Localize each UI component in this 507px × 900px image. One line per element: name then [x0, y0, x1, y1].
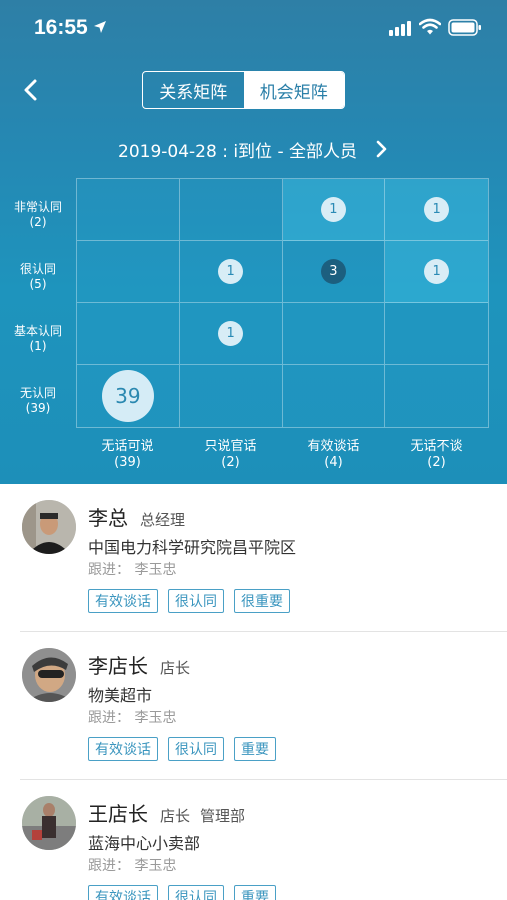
matrix-cell[interactable]	[283, 365, 386, 427]
wifi-icon	[419, 18, 441, 35]
date-filter-label: 2019-04-28 : i到位 - 全部人员	[118, 141, 357, 162]
matrix-cell[interactable]: 39	[77, 365, 180, 427]
matrix-cell[interactable]	[282, 303, 386, 365]
list-item[interactable]: 王店长 店长 管理部 蓝海中心小卖部 跟进： 李玉忠 有效谈话 很认同 重要	[0, 780, 507, 900]
signal-icon	[389, 21, 411, 36]
matrix-cell[interactable]: 3	[282, 241, 386, 303]
matrix-cell[interactable]	[77, 241, 180, 303]
contact-name: 李总 总经理	[88, 506, 186, 530]
avatar	[22, 500, 76, 554]
count-bubble-selected[interactable]: 3	[320, 259, 346, 284]
row-label-agree: 很认同 (5)	[19, 262, 56, 291]
tag-group: 有效谈话 很认同 重要	[88, 885, 276, 900]
contact-name: 王店长 店长 管理部	[88, 802, 246, 826]
status-bar: 16:55	[0, 0, 507, 56]
count-bubble[interactable]: 1	[218, 259, 244, 284]
matrix-cell[interactable]: 1	[179, 241, 283, 303]
tag-talk-level: 有效谈话	[88, 885, 158, 900]
contact-name: 李店长 店长	[88, 654, 191, 678]
tab-opportunity-matrix[interactable]: 机会矩阵	[243, 72, 344, 108]
avatar	[22, 648, 76, 702]
matrix-cell[interactable]: 1	[179, 303, 283, 365]
col-label-official-talk: 只说官话 (2)	[204, 439, 257, 470]
matrix-cell[interactable]: 1	[282, 179, 386, 241]
contact-company: 蓝海中心小卖部	[88, 834, 201, 853]
contact-role: 店长	[160, 807, 191, 825]
status-time: 16:55	[34, 16, 88, 39]
tag-group: 有效谈话 很认同 很重要	[88, 589, 290, 613]
contact-role: 店长	[160, 659, 191, 677]
contact-company: 物美超市	[88, 686, 153, 705]
count-bubble[interactable]: 1	[424, 259, 450, 284]
matrix-cell[interactable]	[77, 179, 180, 241]
col-label-effective-talk: 有效谈话 (4)	[307, 439, 360, 470]
count-bubble[interactable]: 1	[424, 197, 450, 222]
contact-department: 管理部	[200, 807, 246, 825]
person-photo-icon	[22, 500, 76, 554]
tag-importance: 重要	[234, 737, 276, 761]
follow-up-owner: 跟进： 李玉忠	[88, 710, 177, 726]
tag-agree-level: 很认同	[168, 589, 224, 613]
count-bubble[interactable]: 1	[320, 197, 346, 222]
tag-agree-level: 很认同	[168, 737, 224, 761]
nav-bar: 关系矩阵 机会矩阵	[0, 60, 507, 120]
matrix-header: 16:55 关系矩阵 机会矩阵 2019-04-28: i到位 - 全部人员 …	[0, 0, 507, 484]
tag-agree-level: 很认同	[168, 885, 224, 900]
list-item[interactable]: 李总 总经理 中国电力科学研究院昌平院区 跟进： 李玉忠 有效谈话 很认同 很重要	[0, 484, 507, 632]
row-label-no-agree: 无认同 (39)	[19, 386, 56, 415]
battery-icon	[448, 19, 481, 36]
matrix-cell[interactable]	[385, 303, 488, 365]
list-item[interactable]: 李店长 店长 物美超市 跟进： 李玉忠 有效谈话 很认同 重要	[0, 632, 507, 780]
col-label-nothing-to-say: 无话可说 (39)	[101, 439, 154, 470]
matrix-cell[interactable]	[179, 179, 283, 241]
count-bubble[interactable]: 1	[218, 321, 244, 346]
avatar	[22, 796, 76, 850]
tag-talk-level: 有效谈话	[88, 737, 158, 761]
matrix-segmented-control: 关系矩阵 机会矩阵	[142, 71, 345, 109]
matrix-cell[interactable]	[180, 365, 283, 427]
contact-company: 中国电力科学研究院昌平院区	[88, 538, 297, 557]
date-filter[interactable]: 2019-04-28 : i到位 - 全部人员	[0, 134, 507, 164]
tag-group: 有效谈话 很认同 重要	[88, 737, 276, 761]
matrix-cell[interactable]	[77, 303, 180, 365]
matrix-cell[interactable]	[385, 365, 488, 427]
opportunity-matrix-grid: 1 1 1 3 1 1 39	[76, 178, 489, 428]
row-label-basic-agree: 基本认同 (1)	[13, 324, 62, 353]
count-bubble[interactable]: 39	[101, 370, 154, 422]
person-photo-icon	[22, 796, 76, 850]
person-photo-icon	[22, 648, 76, 702]
tag-importance: 很重要	[234, 589, 290, 613]
chevron-right-icon[interactable]	[375, 140, 389, 158]
tag-talk-level: 有效谈话	[88, 589, 158, 613]
row-label-very-agree: 非常认同 (2)	[13, 200, 62, 229]
contact-role: 总经理	[140, 511, 186, 529]
matrix-cell[interactable]: 1	[385, 179, 488, 241]
col-label-open-talk: 无话不谈 (2)	[410, 439, 463, 470]
matrix-cell[interactable]: 1	[385, 241, 488, 303]
tab-relation-matrix[interactable]: 关系矩阵	[143, 72, 244, 108]
follow-up-owner: 跟进： 李玉忠	[88, 562, 177, 578]
location-arrow-icon	[94, 21, 106, 33]
back-icon[interactable]	[14, 72, 50, 108]
follow-up-owner: 跟进： 李玉忠	[88, 858, 177, 874]
tag-importance: 重要	[234, 885, 276, 900]
